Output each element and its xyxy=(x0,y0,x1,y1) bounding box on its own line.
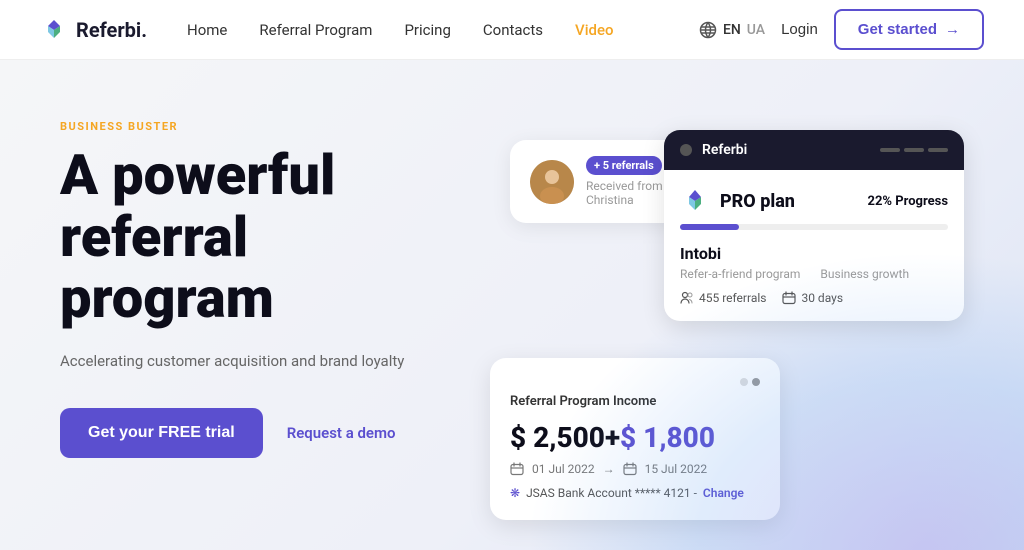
avatar xyxy=(530,160,574,204)
sub-1: Refer-a-friend program xyxy=(680,267,800,281)
bank-text: JSAS Bank Account ***** 4121 - xyxy=(526,486,697,500)
pro-logo-icon xyxy=(680,186,710,216)
income-bank: ❋ JSAS Bank Account ***** 4121 - Change xyxy=(510,486,760,500)
days-count: 30 days xyxy=(801,291,843,305)
snowflake-icon: ❋ xyxy=(510,486,520,500)
cta-secondary-link[interactable]: Request a demo xyxy=(287,424,396,442)
company-sub: Refer-a-friend program Business growth xyxy=(680,267,948,281)
hero-section: BUSINESS BUSTER A powerful referral prog… xyxy=(0,60,1024,550)
referrals-stat: 455 referrals xyxy=(680,291,766,305)
referrals-count: 455 referrals xyxy=(699,291,766,305)
cta-primary-button[interactable]: Get your FREE trial xyxy=(60,408,263,458)
bar-dot-2 xyxy=(904,148,924,152)
date-to: 15 Jul 2022 xyxy=(645,462,708,476)
globe-icon xyxy=(699,21,717,39)
nav-referral-program[interactable]: Referral Program xyxy=(259,21,372,39)
dot-2 xyxy=(752,378,760,386)
pro-plan-name-left: PRO plan xyxy=(680,186,795,216)
navbar: Referbi. Home Referral Program Pricing C… xyxy=(0,0,1024,60)
pro-plan-header: Referbi xyxy=(664,130,964,170)
eyebrow-text: BUSINESS BUSTER xyxy=(60,120,480,133)
company-stats: 455 referrals 30 days xyxy=(680,291,948,305)
logo-text: Referbi. xyxy=(76,18,147,42)
calendar-from-icon xyxy=(510,462,524,476)
bar-dot-1 xyxy=(880,148,900,152)
income-amount: $ 2,500+$ 1,800 xyxy=(510,421,760,454)
calendar-icon xyxy=(782,291,796,305)
income-base: $ 2,500 xyxy=(510,421,605,454)
sub-2: Business growth xyxy=(820,267,909,281)
bar-dot-3 xyxy=(928,148,948,152)
income-title: Referral Program Income xyxy=(510,394,760,409)
hero-left: BUSINESS BUSTER A powerful referral prog… xyxy=(60,110,480,458)
income-dates: 01 Jul 2022 → 15 Jul 2022 xyxy=(510,462,760,476)
income-highlight: $ 1,800 xyxy=(620,421,715,454)
language-selector: EN UA xyxy=(699,21,765,39)
income-card: Referral Program Income $ 2,500+$ 1,800 … xyxy=(490,358,780,520)
hero-title: A powerful referral program xyxy=(60,145,480,330)
company-name: Intobi xyxy=(680,244,948,263)
calendar-to-icon xyxy=(623,462,637,476)
pro-plan-name-text: PRO plan xyxy=(720,191,795,212)
nav-right: EN UA Login Get started → xyxy=(699,9,984,50)
nav-links: Home Referral Program Pricing Contacts V… xyxy=(187,21,699,39)
nav-pricing[interactable]: Pricing xyxy=(404,21,450,39)
pro-plan-header-title: Referbi xyxy=(692,142,880,158)
pro-plan-card: Referbi PRO plan xyxy=(664,130,964,321)
progress-bar-fill xyxy=(680,224,739,230)
people-icon xyxy=(680,291,694,305)
logo-icon xyxy=(40,16,68,44)
nav-video[interactable]: Video xyxy=(575,21,614,39)
header-bar-dots xyxy=(880,148,948,152)
avatar-image xyxy=(530,160,574,204)
pro-progress-label: 22% Progress xyxy=(868,194,949,209)
cta-group: Get your FREE trial Request a demo xyxy=(60,408,480,458)
logo[interactable]: Referbi. xyxy=(40,16,147,44)
nav-contacts[interactable]: Contacts xyxy=(483,21,543,39)
referral-badge-pill: + 5 referrals xyxy=(586,156,662,175)
income-dots xyxy=(510,378,760,386)
nav-home[interactable]: Home xyxy=(187,21,227,39)
progress-bar-track xyxy=(680,224,948,230)
pro-plan-body: PRO plan 22% Progress Intobi Refer-a-fri… xyxy=(664,170,964,321)
date-from: 01 Jul 2022 xyxy=(532,462,595,476)
header-dot xyxy=(680,144,692,156)
hero-right: + 5 referrals Received from Christina Re… xyxy=(480,110,984,540)
get-started-button[interactable]: Get started → xyxy=(834,9,984,50)
lang-en[interactable]: EN xyxy=(723,22,741,38)
lang-ua[interactable]: UA xyxy=(747,22,765,38)
arrow-dates: → xyxy=(603,462,615,476)
change-link[interactable]: Change xyxy=(703,486,744,500)
hero-subtitle: Accelerating customer acquisition and br… xyxy=(60,350,480,373)
arrow-right-icon: → xyxy=(945,21,960,38)
login-button[interactable]: Login xyxy=(781,21,818,38)
days-stat: 30 days xyxy=(782,291,843,305)
dot-1 xyxy=(740,378,748,386)
pro-plan-name-row: PRO plan 22% Progress xyxy=(680,186,948,216)
